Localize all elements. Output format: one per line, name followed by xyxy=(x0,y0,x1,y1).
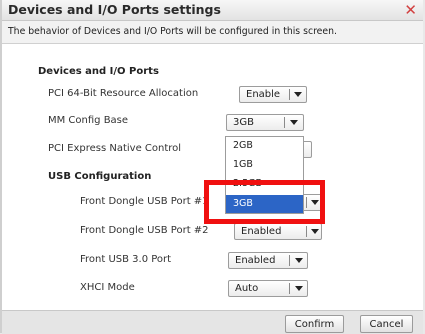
mmconfig-label: MM Config Base xyxy=(48,115,129,126)
xhci-label: XHCI Mode xyxy=(80,282,135,293)
dialog-description: The behavior of Devices and I/O Ports wi… xyxy=(2,21,423,44)
chevron-down-icon xyxy=(295,258,303,263)
dropdown-option-2gb[interactable]: 2GB xyxy=(226,137,303,155)
chevron-down-icon xyxy=(311,229,319,234)
pci64-label: PCI 64-Bit Resource Allocation xyxy=(48,88,199,99)
select-divider xyxy=(306,226,307,237)
mmconfig-select[interactable]: 3GB xyxy=(226,114,304,131)
dongle2-label: Front Dongle USB Port #2 xyxy=(80,225,209,236)
close-icon[interactable]: ✕ xyxy=(404,0,417,20)
select-divider xyxy=(289,283,290,294)
xhci-select[interactable]: Auto xyxy=(228,280,308,297)
dialog-titlebar: Devices and I/O Ports settings ✕ xyxy=(2,0,423,21)
chevron-down-icon xyxy=(295,286,303,291)
dongle1-label: Front Dongle USB Port #1 xyxy=(80,196,209,207)
pci64-value: Enable xyxy=(246,89,281,100)
settings-panel: Devices and I/O Ports PCI 64-Bit Resourc… xyxy=(2,44,423,310)
section-title-usb: USB Configuration xyxy=(48,171,152,182)
mmconfig-value: 3GB xyxy=(233,117,254,128)
usb3-label: Front USB 3.0 Port xyxy=(80,254,172,265)
chevron-down-icon xyxy=(290,120,298,125)
select-divider xyxy=(289,255,290,266)
dropdown-option-2-5gb[interactable]: 2.5GB xyxy=(226,175,303,193)
dongle2-select[interactable]: Enabled xyxy=(234,223,322,240)
dialog-footer: Confirm Cancel xyxy=(2,310,423,334)
dropdown-option-1gb[interactable]: 1GB xyxy=(226,156,303,174)
dongle2-value: Enabled xyxy=(241,226,282,237)
pcie-label: PCI Express Native Control xyxy=(48,143,182,154)
confirm-button[interactable]: Confirm xyxy=(285,315,344,333)
xhci-value: Auto xyxy=(235,283,259,294)
dialog-title: Devices and I/O Ports settings xyxy=(8,2,221,17)
select-divider xyxy=(284,117,285,128)
usb3-value: Enabled xyxy=(235,255,276,266)
pci64-select[interactable]: Enable xyxy=(239,86,307,103)
mmconfig-dropdown-list: 2GB 1GB 2.5GB 3GB xyxy=(225,136,304,214)
cancel-button[interactable]: Cancel xyxy=(360,315,413,333)
chevron-down-icon xyxy=(311,200,319,205)
section-title-devices: Devices and I/O Ports xyxy=(38,66,159,77)
settings-dialog: Devices and I/O Ports settings ✕ The beh… xyxy=(2,0,423,334)
chevron-down-icon xyxy=(294,92,302,97)
select-divider xyxy=(306,197,307,208)
select-divider xyxy=(289,89,290,100)
dropdown-option-3gb-selected[interactable]: 3GB xyxy=(226,195,303,213)
usb3-select[interactable]: Enabled xyxy=(228,252,308,269)
